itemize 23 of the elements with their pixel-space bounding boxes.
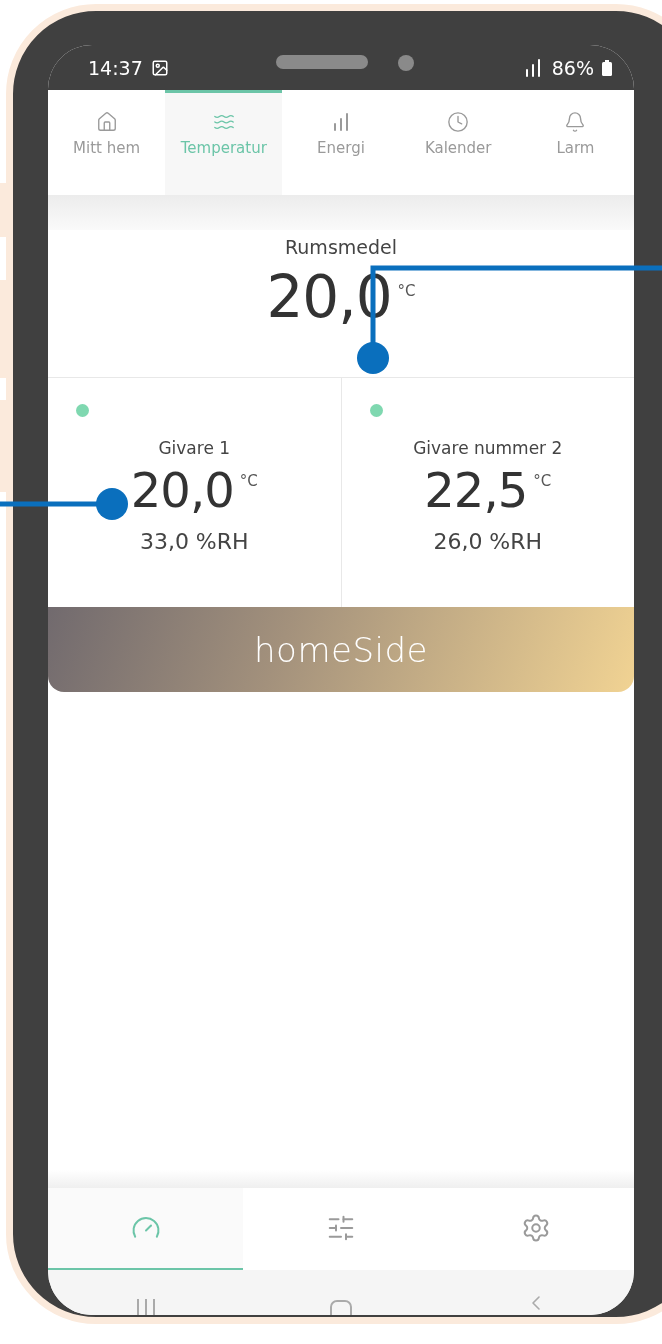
- camera-drawing: [398, 55, 415, 71]
- temperature-unit: °C: [397, 282, 416, 300]
- home-button-icon[interactable]: [329, 1299, 353, 1315]
- bottom-nav-button[interactable]: [48, 1188, 244, 1270]
- status-time: 14:37: [88, 56, 143, 79]
- sensor-temperature: 22,5: [424, 464, 528, 517]
- temperature-unit: °C: [239, 472, 258, 490]
- bell-icon: [564, 111, 587, 133]
- image-icon: [150, 58, 169, 77]
- home-icon: [95, 111, 118, 133]
- sliders-icon: [326, 1213, 356, 1243]
- clock-icon: [447, 111, 470, 133]
- sensor-humidity: 33,0 %RH: [139, 528, 249, 554]
- temperature-unit: °C: [533, 472, 552, 490]
- brand-logo: homeSide: [254, 629, 428, 670]
- sensor-name: Givare 1: [158, 438, 231, 458]
- battery-level: 86%: [551, 56, 594, 79]
- average-label: Rumsmedel: [285, 236, 397, 258]
- battery-icon: [602, 59, 612, 76]
- sensor-humidity: 26,0 %RH: [433, 528, 543, 554]
- sensor-temperature: 20,0: [130, 464, 234, 517]
- nav-tab[interactable]: Temperatur: [165, 90, 283, 195]
- sensor-name: Givare nummer 2: [413, 438, 563, 458]
